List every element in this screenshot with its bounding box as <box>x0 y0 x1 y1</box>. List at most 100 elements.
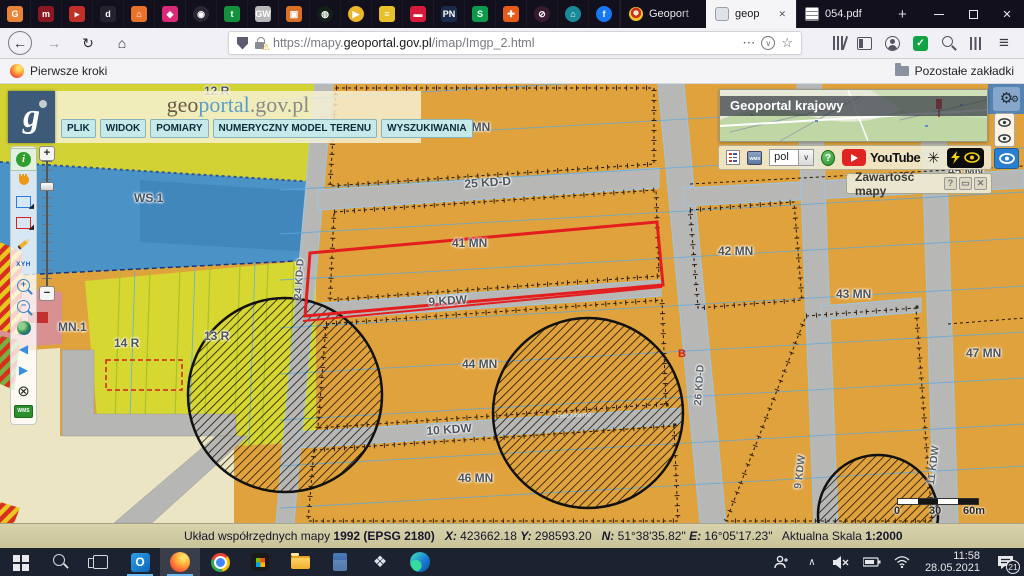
pinned-tab-bank[interactable]: ◆ <box>155 0 186 28</box>
pinned-tab-box[interactable]: ▣ <box>279 0 310 28</box>
pinned-tab-firefox[interactable]: ◉ <box>186 0 217 28</box>
menu-widok[interactable]: WIDOK <box>100 119 146 138</box>
people-icon[interactable] <box>769 548 795 576</box>
pinned-tab-play[interactable]: ▶ <box>341 0 372 28</box>
library-icon[interactable] <box>833 36 844 50</box>
menu-wyszukiwania[interactable]: WYSZUKIWANIA <box>381 119 472 138</box>
tool-clear-icon[interactable] <box>11 380 36 401</box>
menu-numeryczny-model-terenu[interactable]: NUMERYCZNY MODEL TERENU <box>213 119 378 138</box>
tab-geoportal-map-active[interactable]: geop ✕ <box>706 0 796 28</box>
sidebar-icon[interactable] <box>857 37 872 50</box>
battery-icon[interactable] <box>859 548 885 576</box>
eye-icon[interactable] <box>998 118 1011 127</box>
page-actions-icon[interactable]: ⋯ <box>742 35 755 51</box>
map-canvas[interactable]: 12 R40 MN25 KD-D41 MN9 KDW42 MN43 MN44 M… <box>0 84 1024 523</box>
pinned-tab-d[interactable]: d <box>93 0 124 28</box>
taskbar-start-icon[interactable] <box>0 548 40 576</box>
pinned-tab-translate[interactable]: t <box>217 0 248 28</box>
pocket-icon[interactable]: ∨ <box>761 36 775 50</box>
bookmark-star-icon[interactable]: ☆ <box>781 35 793 51</box>
pinned-tab-bdl[interactable]: ⌂ <box>558 0 589 28</box>
helm-icon[interactable]: ✳ <box>927 149 940 167</box>
tool-xyh-icon[interactable] <box>11 254 36 275</box>
taskbar-firefox-icon[interactable] <box>160 548 200 576</box>
zoom-in-button[interactable]: + <box>39 146 55 161</box>
new-tab-button[interactable]: + <box>888 0 917 28</box>
language-select[interactable]: pol∨ <box>769 149 814 166</box>
pinned-tab-pn[interactable]: PN <box>434 0 465 28</box>
menu-plik[interactable]: PLIK <box>61 119 96 138</box>
pinned-tab-plus[interactable]: ✚ <box>496 0 527 28</box>
pinned-tab-mbank[interactable]: ▬ <box>403 0 434 28</box>
account-icon[interactable] <box>885 36 900 51</box>
restore-button[interactable] <box>956 0 990 28</box>
volume-muted-icon[interactable] <box>829 548 855 576</box>
tool-back-icon[interactable] <box>11 338 36 359</box>
pinned-tab-home[interactable]: ⌂ <box>124 0 155 28</box>
visibility-toggle-button[interactable] <box>994 148 1019 169</box>
overview-minimap[interactable]: Geoportal krajowy <box>719 89 988 142</box>
taskbar-taskview-icon[interactable] <box>80 548 120 576</box>
pinned-tab-blocked[interactable]: ⊘ <box>527 0 558 28</box>
pinned-tab-tv[interactable]: ▸ <box>62 0 93 28</box>
tray-expand-icon[interactable]: ∧ <box>799 548 825 576</box>
taskbar-outlook-icon[interactable] <box>120 548 160 576</box>
contrast-mode-button[interactable] <box>947 148 984 168</box>
close-tab-icon[interactable]: ✕ <box>776 7 788 22</box>
other-bookmarks[interactable]: Pozostałe zakładki <box>895 64 1014 78</box>
extension-search-icon[interactable] <box>941 35 957 51</box>
slider-handle[interactable] <box>40 182 54 191</box>
slider-track[interactable] <box>46 161 48 286</box>
taskbar-store-icon[interactable] <box>240 548 280 576</box>
home-button[interactable]: ⌂ <box>110 31 134 55</box>
tool-draw-icon[interactable] <box>11 233 36 254</box>
tool-forward-icon[interactable] <box>11 359 36 380</box>
map-composition-icon[interactable]: WMS <box>747 151 762 165</box>
tool-select-blue-icon[interactable] <box>11 191 36 212</box>
close-window-button[interactable]: ✕ <box>990 0 1024 28</box>
notification-center-icon[interactable]: 21 <box>990 548 1020 576</box>
back-button[interactable]: ← <box>8 31 32 55</box>
pinned-tab-docs[interactable]: ≡ <box>372 0 403 28</box>
pinned-tab-gw[interactable]: GW <box>248 0 279 28</box>
tool-globe-icon[interactable] <box>11 317 36 338</box>
bookmark-pierwsze-kroki[interactable]: Pierwsze kroki <box>30 64 107 78</box>
clock[interactable]: 11:58 28.05.2021 <box>919 550 986 574</box>
pinned-tab-m[interactable]: m <box>31 0 62 28</box>
panel-help-button[interactable]: ? <box>944 177 957 190</box>
wifi-icon[interactable] <box>889 548 915 576</box>
geoportal-logo[interactable]: g <box>8 91 55 143</box>
eye-icon[interactable] <box>998 134 1011 143</box>
panel-close-button[interactable]: ✕ <box>974 177 987 190</box>
url-bar[interactable]: ⚠ https://mapy.geoportal.gov.pl/imap/Img… <box>228 31 802 55</box>
zoom-out-button[interactable]: − <box>39 286 55 301</box>
menu-pomiary[interactable]: POMIARY <box>150 119 208 138</box>
tool-wms-icon[interactable] <box>11 401 36 422</box>
legend-icon[interactable] <box>726 150 740 165</box>
tracking-shield-icon[interactable] <box>237 37 248 50</box>
pinned-tab-facebook[interactable]: f <box>589 0 620 28</box>
pinned-tab-s[interactable]: S <box>465 0 496 28</box>
taskbar-dropbox-icon[interactable] <box>360 548 400 576</box>
minimize-button[interactable] <box>922 0 956 28</box>
tab-geoportal-start[interactable]: Geoport <box>620 0 706 28</box>
menu-hamburger-icon[interactable]: ≡ <box>996 35 1012 51</box>
map-contents-panel-header[interactable]: Zawartość mapy ? ▭ ✕ <box>846 173 992 194</box>
pinned-tab-compass[interactable]: ◍ <box>310 0 341 28</box>
tool-zoom-out-icon[interactable] <box>11 296 36 317</box>
tool-pan-icon[interactable] <box>11 170 36 191</box>
url-text[interactable]: https://mapy.geoportal.gov.pl/imap/Imgp_… <box>273 36 736 50</box>
tool-info-icon[interactable] <box>11 149 36 170</box>
youtube-button[interactable]: YouTube <box>842 149 920 166</box>
help-icon[interactable]: ? <box>821 150 835 166</box>
tool-zoom-in-icon[interactable] <box>11 275 36 296</box>
lock-icon[interactable]: ⚠ <box>254 37 267 50</box>
reload-button[interactable]: ↻ <box>76 31 100 55</box>
zoom-slider[interactable]: + − <box>39 146 55 302</box>
taskbar-chrome-icon[interactable] <box>200 548 240 576</box>
extension-check-icon[interactable]: ✓ <box>913 36 928 51</box>
forward-button[interactable]: → <box>42 31 66 55</box>
tool-select-red-icon[interactable] <box>11 212 36 233</box>
settings-gear-icon[interactable]: ⚙ <box>993 87 1020 111</box>
taskbar-edge-icon[interactable] <box>400 548 440 576</box>
